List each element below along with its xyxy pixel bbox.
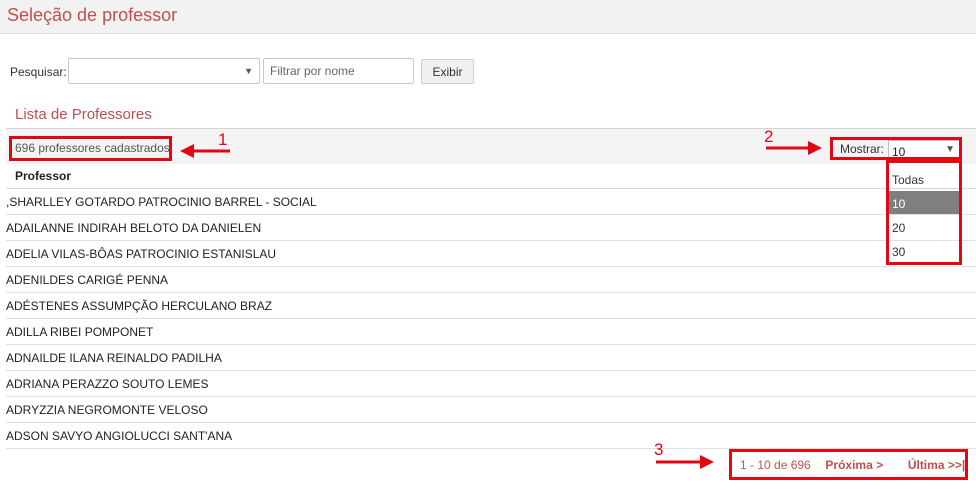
column-header-professor[interactable]: Professor: [15, 169, 71, 183]
table-row[interactable]: ADELIA VILAS-BÔAS PATROCINIO ESTANISLAU: [6, 241, 976, 267]
table-row[interactable]: ADÉSTENES ASSUMPÇÃO HERCULANO BRAZ: [6, 293, 976, 319]
chevron-down-icon: ▼: [244, 66, 253, 76]
list-title: Lista de Professores: [15, 106, 152, 123]
table-row[interactable]: ADSON SAVYO ANGIOLUCCI SANT'ANA: [6, 423, 976, 449]
table-row[interactable]: ADNAILDE ILANA REINALDO PADILHA: [6, 345, 976, 371]
search-select[interactable]: ▼: [68, 58, 260, 84]
annotation-label-1: 1: [218, 130, 228, 149]
exibir-button[interactable]: Exibir: [421, 59, 474, 84]
table-row[interactable]: ADAILANNE INDIRAH BELOTO DA DANIELEN: [6, 215, 976, 241]
filter-by-name-input[interactable]: [263, 58, 414, 84]
professor-list: ,SHARLLEY GOTARDO PATROCINIO BARREL - SO…: [6, 189, 976, 449]
annotation-box-show: [830, 137, 962, 160]
table-row[interactable]: ,SHARLLEY GOTARDO PATROCINIO BARREL - SO…: [6, 189, 976, 215]
annotation-box-pagination: [729, 449, 968, 480]
page-title: Seleção de professor: [7, 5, 178, 25]
table-row[interactable]: ADRIANA PERAZZO SOUTO LEMES: [6, 371, 976, 397]
table-row[interactable]: ADILLA RIBEI POMPONET: [6, 319, 976, 345]
annotation-label-3: 3: [654, 440, 664, 459]
annotation-box-dropdown: [886, 160, 962, 265]
table-row[interactable]: ADRYZZIA NEGROMONTE VELOSO: [6, 397, 976, 423]
annotation-box-count: [9, 136, 172, 161]
table-row[interactable]: ADENILDES CARIGÉ PENNA: [6, 267, 976, 293]
search-label: Pesquisar:: [10, 65, 67, 79]
annotation-label-2: 2: [764, 127, 774, 146]
